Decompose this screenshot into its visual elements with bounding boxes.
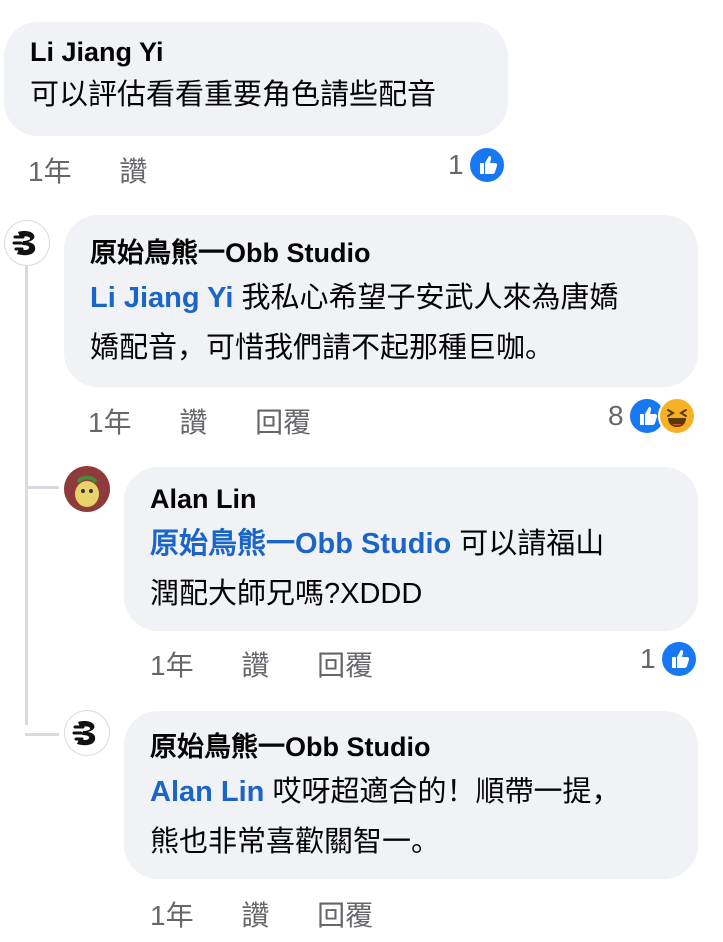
comment-time[interactable]: 1年 [150, 899, 194, 933]
thread-connector-2 [25, 733, 59, 736]
like-button[interactable]: 讚 [179, 406, 207, 440]
thread-line-main [25, 265, 28, 725]
comment-bubble: Alan Lin 原始鳥熊一Obb Studio 可以請福山 潤配大師兄嗎?XD… [124, 467, 698, 631]
comment-bubble: Li Jiang Yi 可以評估看看重要角色請些配音 [4, 22, 508, 136]
avatar-photo-icon [64, 466, 110, 512]
like-button[interactable]: 讚 [241, 899, 269, 933]
reply-button[interactable]: 回覆 [317, 899, 373, 933]
like-reaction-icon [659, 640, 698, 678]
mention-link[interactable]: Li Jiang Yi [90, 282, 233, 314]
comment-actions: 1年 讚 [28, 155, 147, 189]
comment-author[interactable]: 原始鳥熊一Obb Studio [90, 237, 672, 269]
comment-reactions[interactable]: 8 [608, 396, 696, 436]
comment-actions: 1年 讚 回覆 [150, 649, 373, 683]
comment-text: 可以評估看看重要角色請些配音 [30, 79, 437, 111]
comment-author[interactable]: Alan Lin [150, 483, 672, 515]
reply-button[interactable]: 回覆 [255, 406, 311, 440]
user-avatar[interactable] [64, 466, 110, 512]
like-button[interactable]: 讚 [241, 649, 269, 683]
comment-text-line2: 熊也非常喜歡關智一。 [150, 826, 441, 858]
mention-link[interactable]: 原始鳥熊一Obb Studio [150, 528, 451, 560]
comment-author[interactable]: 原始鳥熊一Obb Studio [150, 731, 672, 763]
obb-studio-avatar[interactable] [64, 710, 110, 756]
thread-connector-1 [25, 486, 59, 489]
comment-text: 原始鳥熊一Obb Studio 可以請福山 [150, 519, 672, 569]
reaction-count: 8 [608, 400, 624, 431]
mention-link[interactable]: Alan Lin [150, 776, 264, 808]
like-button[interactable]: 讚 [119, 155, 147, 189]
comment-author[interactable]: Li Jiang Yi [30, 36, 482, 68]
reaction-count: 1 [448, 149, 464, 180]
obb-studio-avatar[interactable] [4, 220, 50, 266]
comment-text: Li Jiang Yi 我私心希望子安武人來為唐嬌 [90, 273, 672, 323]
obb-studio-logo-icon [12, 231, 36, 256]
comment-text-line2: 嬌配音，可惜我們請不起那種巨咖。 [90, 332, 555, 364]
reaction-count: 1 [640, 643, 656, 674]
reply-button[interactable]: 回覆 [317, 649, 373, 683]
comment-bubble: 原始鳥熊一Obb Studio Alan Lin 哎呀超適合的！順帶一提， 熊也… [124, 711, 698, 879]
comment-reactions[interactable]: 1 [448, 145, 506, 185]
comment-actions: 1年 讚 回覆 [150, 899, 373, 933]
like-reaction-icon [467, 146, 506, 184]
comment-text: Alan Lin 哎呀超適合的！順帶一提， [150, 767, 672, 817]
obb-studio-logo-icon [72, 721, 96, 746]
comment-reactions[interactable]: 1 [640, 639, 698, 679]
comment-text-line1: 可以請福山 [451, 528, 605, 560]
comment-time[interactable]: 1年 [28, 155, 72, 189]
comment-bubble: 原始鳥熊一Obb Studio Li Jiang Yi 我私心希望子安武人來為唐… [64, 215, 698, 387]
comment-text-line1: 我私心希望子安武人來為唐嬌 [233, 282, 619, 314]
haha-reaction-icon [657, 397, 696, 435]
comment-time[interactable]: 1年 [150, 649, 194, 683]
comment-text-line1: 哎呀超適合的！順帶一提， [264, 776, 621, 808]
comment-actions: 1年 讚 回覆 [88, 406, 311, 440]
comment-time[interactable]: 1年 [88, 406, 132, 440]
comment-text-line2: 潤配大師兄嗎?XDDD [150, 578, 423, 610]
